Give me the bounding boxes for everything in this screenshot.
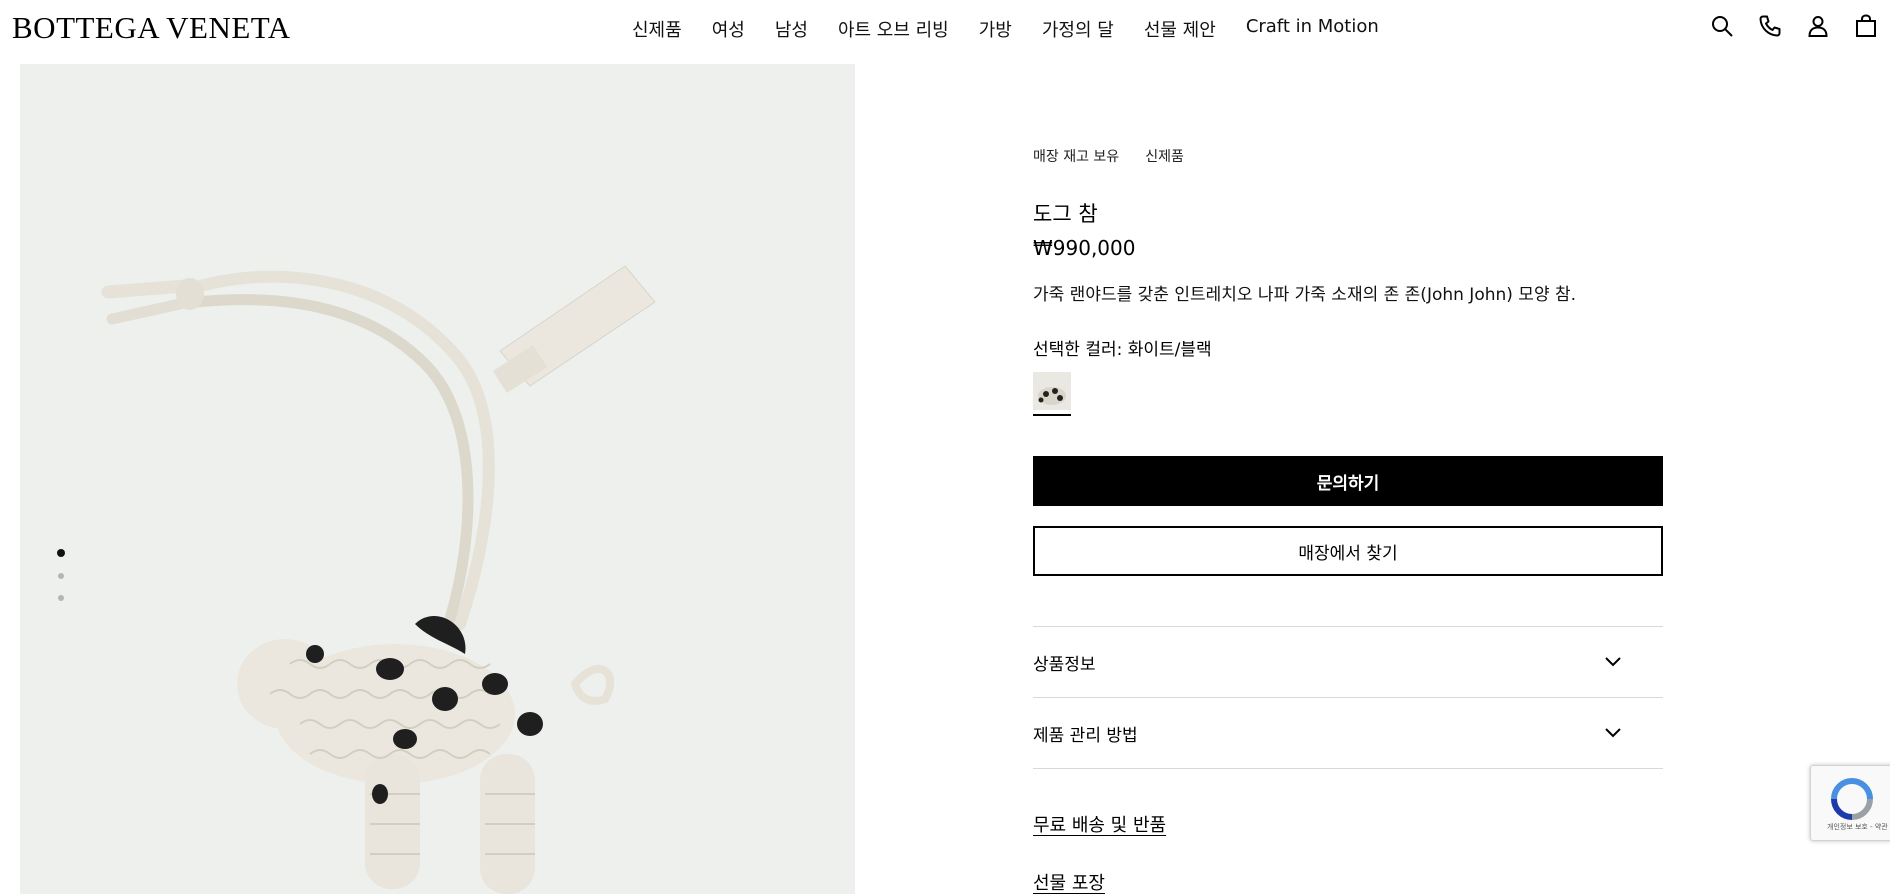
bag-icon[interactable] — [1854, 14, 1878, 38]
recaptcha-text[interactable]: 개인정보 보호 - 약관 — [1827, 822, 1888, 832]
swatch-thumbnail — [1033, 372, 1071, 410]
nav-item-bags[interactable]: 가방 — [979, 16, 1012, 42]
search-icon[interactable] — [1710, 14, 1734, 38]
phone-icon[interactable] — [1758, 14, 1782, 38]
product-price: ₩990,000 — [1033, 236, 1136, 260]
product-description: 가죽 랜야드를 갖춘 인트레치오 나파 가죽 소재의 존 존(John John… — [1033, 285, 1577, 305]
recaptcha-badge[interactable]: 개인정보 보호 - 약관 — [1810, 765, 1890, 841]
nav-item-men[interactable]: 남성 — [775, 16, 808, 42]
gallery-pagination — [57, 549, 65, 601]
chevron-down-icon — [1605, 657, 1621, 667]
gallery-dot-3[interactable] — [58, 595, 64, 601]
accordion-product-info[interactable]: 상품정보 — [1033, 627, 1663, 698]
brand-logo[interactable]: BOTTEGA VENETA — [12, 10, 291, 46]
gallery-dot-2[interactable] — [58, 573, 64, 579]
nav-item-craft-in-motion[interactable]: Craft in Motion — [1246, 16, 1379, 42]
badge-new: 신제품 — [1145, 149, 1184, 165]
color-swatch[interactable] — [1033, 372, 1071, 416]
nav-item-art-of-living[interactable]: 아트 오브 리빙 — [838, 16, 949, 42]
nav-item-new[interactable]: 신제품 — [632, 16, 682, 42]
main-nav: 신제품 여성 남성 아트 오브 리빙 가방 가정의 달 선물 제안 Craft … — [632, 16, 1379, 42]
recaptcha-icon — [1831, 778, 1873, 820]
nav-item-women[interactable]: 여성 — [712, 16, 745, 42]
accordion-label: 상품정보 — [1033, 654, 1096, 675]
badge-in-store-stock: 매장 재고 보유 — [1033, 149, 1120, 165]
inquire-button[interactable]: 문의하기 — [1033, 456, 1663, 506]
product-gallery[interactable] — [20, 64, 855, 894]
gift-wrapping-link[interactable]: 선물 포장 — [1033, 869, 1105, 894]
accordion-care[interactable]: 제품 관리 방법 — [1033, 698, 1663, 769]
product-badges: 매장 재고 보유 신제품 — [1033, 146, 1663, 166]
chevron-down-icon — [1605, 728, 1621, 738]
nav-item-gifts[interactable]: 선물 제안 — [1144, 16, 1216, 42]
gallery-dot-1[interactable] — [57, 549, 65, 557]
site-header: BOTTEGA VENETA 신제품 여성 남성 아트 오브 리빙 가방 가정의… — [0, 0, 1890, 56]
accordion-label: 제품 관리 방법 — [1033, 725, 1138, 746]
selected-color-label: 선택한 컬러: 화이트/블랙 — [1033, 340, 1212, 360]
account-icon[interactable] — [1806, 14, 1830, 38]
utility-nav — [1710, 14, 1878, 38]
product-image — [101, 265, 656, 894]
product-accordion: 상품정보 제품 관리 방법 — [1033, 626, 1663, 769]
nav-item-family-month[interactable]: 가정의 달 — [1042, 16, 1114, 42]
product-title: 도그 참 — [1033, 202, 1098, 226]
free-shipping-returns-link[interactable]: 무료 배송 및 반품 — [1033, 811, 1166, 837]
find-in-store-button[interactable]: 매장에서 찾기 — [1033, 526, 1663, 576]
product-details: 매장 재고 보유 신제품 도그 참 ₩990,000 가죽 랜야드를 갖춘 인트… — [1033, 146, 1663, 894]
